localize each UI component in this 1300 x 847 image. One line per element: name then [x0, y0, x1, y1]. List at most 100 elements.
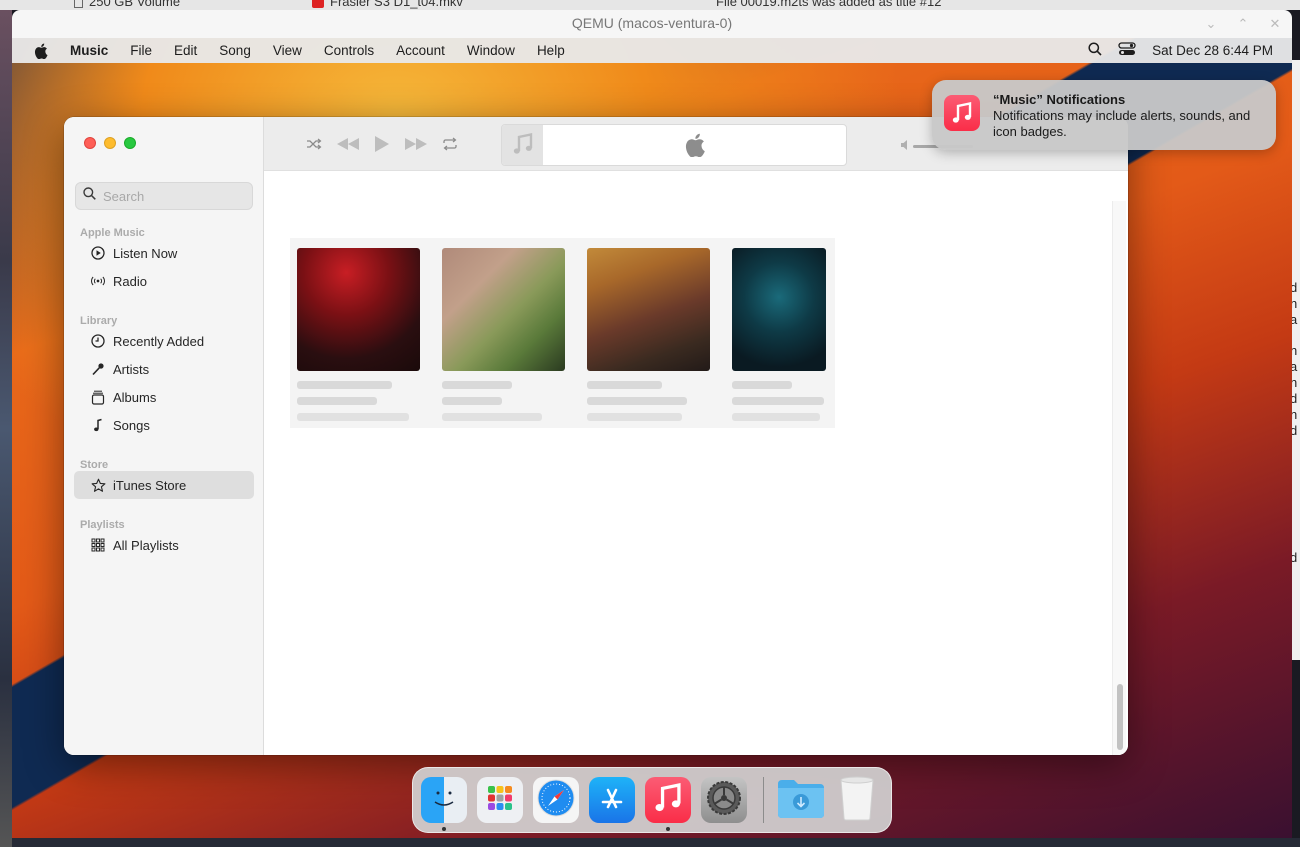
guest-desktop: Music File Edit Song View Controls Accou… — [12, 38, 1292, 838]
section-label-apple-music: Apple Music — [80, 227, 145, 239]
menu-view[interactable]: View — [262, 43, 313, 58]
dock-app-store[interactable] — [589, 777, 635, 823]
album-cover[interactable] — [732, 248, 826, 371]
menu-file[interactable]: File — [119, 43, 163, 58]
next-button[interactable] — [404, 137, 428, 151]
scrollbar-thumb[interactable] — [1117, 684, 1123, 750]
search-icon — [83, 187, 96, 205]
section-label-library: Library — [80, 315, 118, 327]
sidebar-item-label: Listen Now — [113, 245, 178, 261]
menu-help[interactable]: Help — [526, 43, 576, 58]
album-cover[interactable] — [297, 248, 420, 371]
menu-edit[interactable]: Edit — [163, 43, 208, 58]
dock — [412, 767, 892, 833]
sidebar-item-songs[interactable]: Songs — [74, 411, 254, 439]
menu-window[interactable]: Window — [456, 43, 526, 58]
zoom-button[interactable] — [124, 137, 136, 149]
album-tile[interactable] — [732, 248, 826, 421]
trash-icon — [838, 775, 876, 826]
album-cover[interactable] — [442, 248, 565, 371]
search-input[interactable] — [103, 188, 243, 204]
play-circle-icon — [90, 245, 106, 261]
minimize-button[interactable] — [104, 137, 116, 149]
music-note-icon — [90, 417, 106, 433]
video-file-icon — [312, 0, 324, 8]
album-stack-icon — [90, 389, 106, 405]
music-note-icon — [654, 782, 682, 818]
apple-menu-icon[interactable] — [30, 42, 52, 59]
album-cover[interactable] — [587, 248, 710, 371]
album-tile[interactable] — [442, 248, 565, 421]
close-button[interactable] — [84, 137, 96, 149]
radio-waves-icon — [90, 273, 106, 289]
dock-separator — [763, 777, 764, 823]
menu-song[interactable]: Song — [208, 43, 262, 58]
play-button[interactable] — [374, 135, 390, 153]
dock-trash[interactable] — [834, 775, 880, 826]
store-content — [264, 172, 1128, 755]
sidebar-item-label: Recently Added — [113, 333, 205, 349]
star-icon — [90, 477, 106, 493]
qemu-titlebar[interactable]: QEMU (macos-ventura-0) ⌄ ⌃ ✕ — [12, 10, 1292, 38]
window-controls — [84, 137, 136, 149]
sidebar: Apple Music Listen Now Radio Library Rec… — [64, 117, 264, 755]
dock-downloads-folder[interactable] — [778, 777, 824, 823]
album-tile[interactable] — [587, 248, 710, 421]
launchpad-icon — [485, 783, 515, 818]
album-tile[interactable] — [297, 248, 420, 421]
qemu-maximize-button[interactable]: ⌃ — [1234, 11, 1252, 37]
dock-finder[interactable] — [421, 777, 467, 831]
menu-account[interactable]: Account — [385, 43, 456, 58]
section-label-store: Store — [80, 459, 109, 471]
grid-icon — [90, 537, 106, 553]
menu-app-music[interactable]: Music — [66, 43, 119, 58]
sidebar-item-itunes-store[interactable]: iTunes Store — [74, 471, 254, 499]
clock-icon — [90, 333, 106, 349]
qemu-window-title: QEMU (macos-ventura-0) — [571, 15, 733, 31]
dock-system-settings[interactable] — [701, 777, 747, 823]
sidebar-item-radio[interactable]: Radio — [74, 267, 254, 295]
sidebar-item-label: All Playlists — [113, 537, 179, 553]
spotlight-search-icon[interactable] — [1088, 42, 1102, 59]
sidebar-item-label: iTunes Store — [113, 477, 187, 493]
album-grid — [290, 238, 835, 428]
section-label-playlists: Playlists — [80, 519, 125, 531]
host-video-item: Frasier S3 D1_t04.mkv — [312, 0, 463, 9]
qemu-window: QEMU (macos-ventura-0) ⌄ ⌃ ✕ Music File … — [12, 10, 1292, 838]
sidebar-item-recently-added[interactable]: Recently Added — [74, 327, 254, 355]
safari-compass-icon — [536, 778, 576, 823]
dock-launchpad[interactable] — [477, 777, 523, 823]
running-indicator — [666, 827, 670, 831]
sidebar-item-label: Albums — [113, 389, 157, 405]
sidebar-item-listen-now[interactable]: Listen Now — [74, 239, 254, 267]
content-scrollbar[interactable] — [1112, 201, 1126, 755]
host-log-line: File 00019.m2ts was added as title #12 — [716, 0, 942, 9]
speaker-icon — [901, 137, 909, 155]
menu-clock[interactable]: Sat Dec 28 6:44 PM — [1152, 43, 1273, 58]
sidebar-item-artists[interactable]: Artists — [74, 355, 254, 383]
notification-banner[interactable]: “Music” Notifications Notifications may … — [932, 80, 1276, 150]
repeat-button[interactable] — [442, 137, 458, 151]
microphone-icon — [90, 361, 106, 377]
host-desktop-left — [0, 10, 12, 847]
menu-controls[interactable]: Controls — [313, 43, 385, 58]
host-volume-item: 250 GB Volume — [74, 0, 180, 9]
finder-icon — [429, 783, 459, 818]
apple-logo-icon — [543, 125, 846, 165]
sidebar-item-all-playlists[interactable]: All Playlists — [74, 531, 254, 559]
shuffle-button[interactable] — [306, 138, 322, 150]
search-field[interactable] — [75, 182, 253, 210]
dock-safari[interactable] — [533, 777, 579, 823]
qemu-minimize-button[interactable]: ⌄ — [1202, 11, 1220, 37]
previous-button[interactable] — [336, 137, 360, 151]
now-playing-display[interactable] — [501, 124, 847, 166]
sidebar-item-label: Artists — [113, 361, 150, 377]
qemu-close-button[interactable]: ✕ — [1266, 11, 1284, 37]
music-window: Apple Music Listen Now Radio Library Rec… — [64, 117, 1128, 755]
control-center-icon[interactable] — [1118, 42, 1136, 59]
sidebar-item-albums[interactable]: Albums — [74, 383, 254, 411]
drive-icon — [74, 0, 83, 8]
music-app-icon — [944, 95, 980, 131]
music-note-icon — [513, 132, 533, 160]
dock-music[interactable] — [645, 777, 691, 831]
